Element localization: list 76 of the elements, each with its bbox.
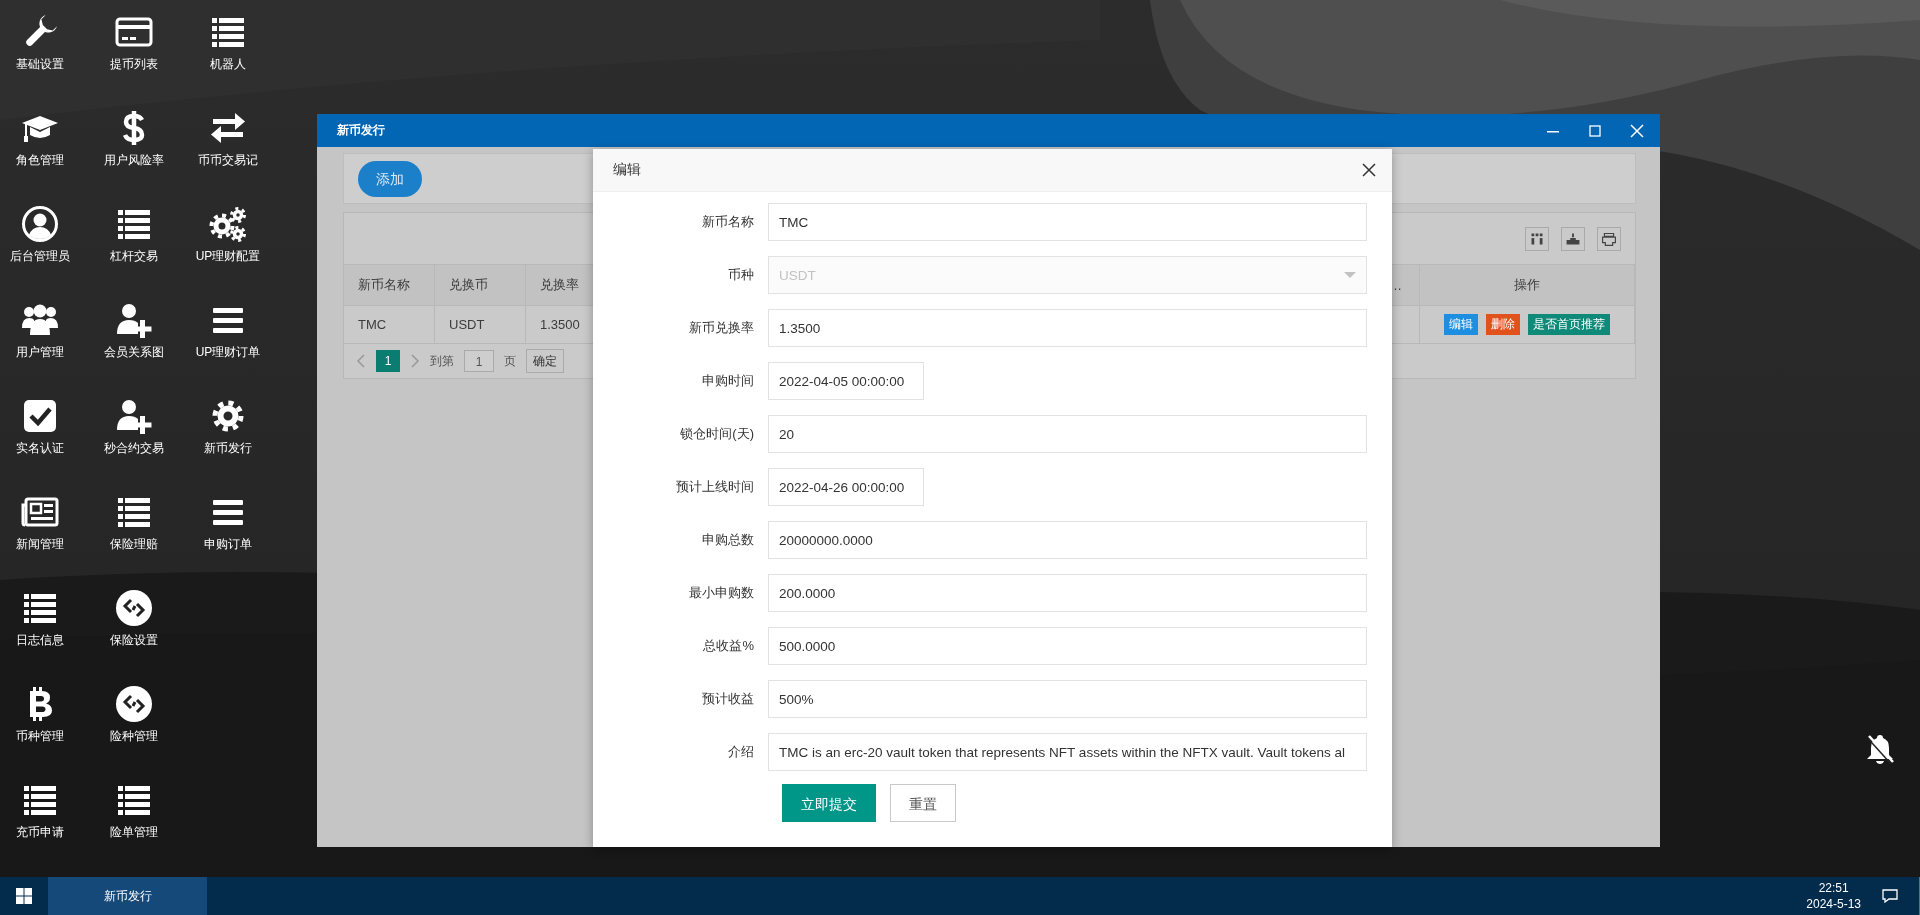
- caret-icon: [1344, 271, 1356, 279]
- close-icon[interactable]: [1362, 163, 1376, 177]
- desktop-shortcut[interactable]: 保险设置: [94, 588, 174, 668]
- text-field[interactable]: 500.0000: [768, 627, 1367, 665]
- text-field[interactable]: 20: [768, 415, 1367, 453]
- field-label: 最小申购数: [688, 584, 754, 602]
- column-header: 兑换币: [434, 265, 526, 306]
- text-field[interactable]: 1.3500: [768, 309, 1367, 347]
- export-icon[interactable]: [1561, 226, 1585, 251]
- desktop-shortcut[interactable]: 杠杆交易: [94, 204, 174, 284]
- dialog-title: 编辑: [613, 161, 641, 179]
- action-button[interactable]: 是否首页推荐: [1528, 314, 1610, 335]
- text-field[interactable]: 20000000.0000: [768, 521, 1367, 559]
- field-label: 介绍: [727, 743, 754, 761]
- field-label: 新币名称: [701, 213, 754, 231]
- field-label: 预计上线时间: [675, 478, 754, 496]
- maximize-icon[interactable]: [1588, 123, 1602, 138]
- user-circle-icon: [20, 204, 60, 244]
- submit-button[interactable]: 立即提交: [782, 784, 876, 822]
- reset-button[interactable]: 重置: [890, 784, 956, 822]
- desktop-shortcut[interactable]: 保险理赔: [94, 492, 174, 572]
- field-label: 预计收益: [701, 690, 754, 708]
- taskbar-button[interactable]: 新币发行: [48, 877, 207, 915]
- field-label: 币种: [727, 266, 754, 284]
- columns-icon[interactable]: [1525, 226, 1549, 251]
- goto-label: 到第: [430, 352, 454, 370]
- field-label: 申购总数: [701, 531, 754, 549]
- field-label: 总收益%: [702, 637, 754, 655]
- windows-logo-icon[interactable]: [16, 888, 32, 904]
- desktop-shortcut[interactable]: 用户风险率: [94, 108, 174, 188]
- desktop-shortcut[interactable]: 实名认证: [0, 396, 80, 476]
- gears-icon: [208, 204, 248, 244]
- desktop-shortcut[interactable]: 充币申请: [0, 780, 80, 860]
- desktop-shortcut[interactable]: UP理财订单: [188, 300, 268, 380]
- text-field[interactable]: TMC: [768, 203, 1367, 241]
- chat-bubble-icon[interactable]: [1881, 888, 1899, 904]
- page-button[interactable]: 1: [376, 350, 400, 372]
- window-title: 新币发行: [337, 122, 386, 139]
- page-input[interactable]: 1: [464, 350, 494, 372]
- desktop-shortcut[interactable]: UP理财配置: [188, 204, 268, 284]
- field-label: 新币兑换率: [688, 319, 754, 337]
- desktop-shortcut[interactable]: 申购订单: [188, 492, 268, 572]
- date-field[interactable]: 2022-04-26 00:00:00: [768, 468, 924, 506]
- confirm-button[interactable]: 确定: [526, 349, 564, 373]
- column-header: 新币名称: [344, 265, 435, 306]
- add-button[interactable]: 添加: [358, 160, 422, 197]
- text-field[interactable]: 500%: [768, 680, 1367, 718]
- date-field[interactable]: 2022-04-05 00:00:00: [768, 362, 924, 400]
- clock-time[interactable]: 22:51: [1818, 880, 1849, 896]
- desktop-shortcut[interactable]: 险种管理: [94, 684, 174, 764]
- desktop-shortcut[interactable]: 提币列表: [94, 12, 174, 92]
- desktop-shortcut[interactable]: 币种管理: [0, 684, 80, 764]
- desktop-shortcut[interactable]: 后台管理员: [0, 204, 80, 284]
- desktop-shortcut[interactable]: 机器人: [188, 12, 268, 92]
- field-label: 申购时间: [701, 372, 754, 390]
- desktop-shortcut[interactable]: 秒合约交易: [94, 396, 174, 476]
- table-cell: USDT: [434, 305, 526, 344]
- clock-date[interactable]: 2024-5-13: [1806, 896, 1861, 912]
- table-cell: TMC: [344, 305, 435, 344]
- desktop-shortcut[interactable]: 日志信息: [0, 588, 80, 668]
- field-label: 锁仓时间(天): [679, 425, 754, 443]
- desktop-shortcut[interactable]: 险单管理: [94, 780, 174, 860]
- desktop-shortcut[interactable]: 新币发行: [188, 396, 268, 476]
- text-field[interactable]: TMC is an erc-20 vault token that represents NFT assets within the NFTX vault. Vault tokens al: [768, 733, 1367, 771]
- text-field[interactable]: 200.0000: [768, 574, 1367, 612]
- page-suffix: 页: [504, 352, 516, 370]
- action-button[interactable]: 删除: [1486, 314, 1520, 335]
- desktop-shortcut[interactable]: 会员关系图: [94, 300, 174, 380]
- desktop-shortcut[interactable]: 用户管理: [0, 300, 80, 380]
- bell-off-icon[interactable]: [1866, 734, 1894, 764]
- desktop-shortcut[interactable]: 角色管理: [0, 108, 80, 188]
- desktop-shortcut[interactable]: 币币交易记: [188, 108, 268, 188]
- desktop-shortcut[interactable]: 基础设置: [0, 12, 80, 92]
- desktop-shortcut[interactable]: 新闻管理: [0, 492, 80, 572]
- print-icon[interactable]: [1597, 226, 1621, 251]
- column-header: 操作: [1419, 265, 1635, 306]
